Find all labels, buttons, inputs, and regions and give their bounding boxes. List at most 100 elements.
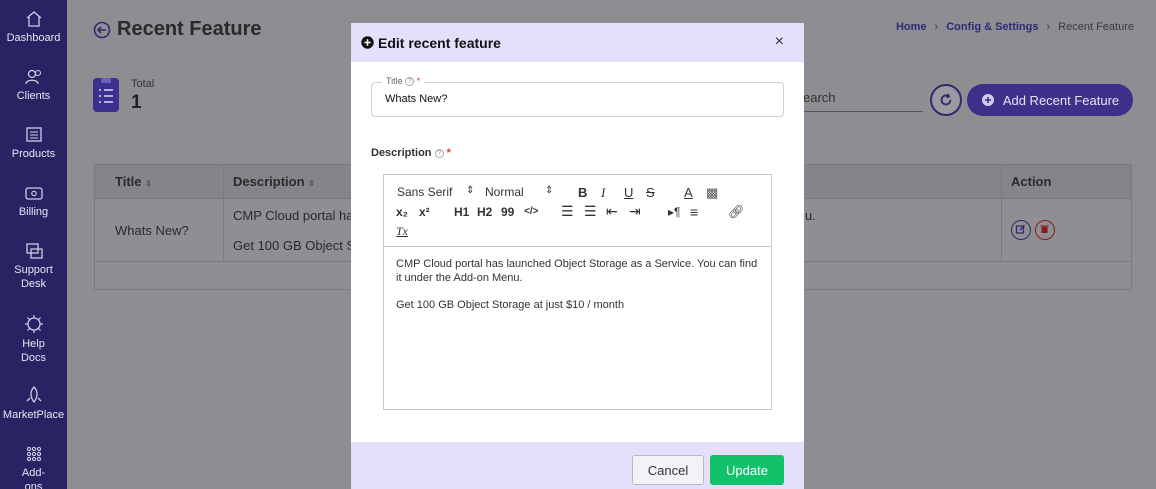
sidebar-item-products[interactable]: Products [0, 126, 67, 161]
text-direction-icon[interactable]: ▸¶ [668, 205, 680, 219]
help-docs-icon [24, 315, 43, 333]
edit-feature-modal: Edit recent feature × Title ? * Descript… [351, 23, 804, 489]
refresh-button[interactable] [930, 84, 962, 116]
sidebar-item-clients[interactable]: Clients [0, 68, 67, 103]
breadcrumb-current: Recent Feature [1058, 21, 1134, 33]
plus-circle-icon [981, 94, 994, 106]
sidebar-item-dashboard[interactable]: Dashboard [0, 10, 67, 45]
bold-button[interactable]: B [578, 185, 587, 200]
th-title[interactable]: Title ⇕ [115, 174, 152, 189]
description-label: Description ? * [371, 147, 451, 159]
addons-icon [26, 446, 41, 462]
link-icon[interactable]: 🔗︎ [728, 204, 745, 220]
title-input[interactable] [385, 93, 765, 105]
list-icon [93, 78, 119, 112]
sidebar-item-label: Support Desk [14, 264, 53, 290]
subscript-button[interactable]: x₂ [396, 205, 408, 219]
modal-footer: Cancel Update [351, 442, 804, 489]
billing-icon [24, 187, 43, 200]
sidebar: Dashboard Clients Products Billing Suppo… [0, 0, 67, 489]
indent-icon[interactable]: ⇥ [629, 203, 641, 220]
back-arrow-icon[interactable] [93, 21, 111, 39]
sidebar-item-support-desk[interactable]: Support Desk [0, 242, 67, 291]
heading2-button[interactable]: H2 [477, 205, 492, 219]
title-field[interactable]: Title ? * [371, 76, 784, 117]
heading1-button[interactable]: H1 [454, 205, 469, 219]
help-icon: ? [434, 149, 444, 158]
italic-button[interactable]: I [601, 185, 605, 201]
sidebar-item-label: Billing [18, 206, 49, 218]
trash-icon [1040, 225, 1049, 233]
sidebar-item-billing[interactable]: Billing [0, 184, 67, 219]
editor-paragraph: CMP Cloud portal has launched Object Sto… [396, 258, 758, 284]
support-icon [25, 243, 43, 259]
editor-content[interactable]: CMP Cloud portal has launched Object Sto… [396, 257, 761, 312]
bullet-list-icon[interactable]: ☰ [584, 203, 597, 220]
refresh-icon [940, 93, 952, 106]
add-button-label: Add Recent Feature [1002, 92, 1120, 108]
cancel-button[interactable]: Cancel [632, 455, 704, 485]
blockquote-button[interactable]: 99 [501, 205, 514, 219]
home-icon [26, 11, 41, 27]
editor-toolbar: Sans Serif ⇕ Normal ⇕ B I U S A ▩ x₂ x² … [384, 175, 771, 247]
font-family-select[interactable]: Sans Serif [397, 185, 452, 199]
sidebar-item-label: Add-ons [21, 467, 46, 489]
sidebar-item-marketplace[interactable]: MarketPlace [0, 385, 67, 422]
row-desc-line1: CMP Cloud portal has [233, 208, 360, 223]
editor-paragraph: Get 100 GB Object Storage at just $10 / … [396, 299, 625, 311]
row-desc-line2: Get 100 GB Object St [233, 238, 359, 253]
breadcrumb-config[interactable]: Config & Settings [946, 21, 1038, 33]
page-title-text: Recent Feature [117, 18, 262, 40]
total-stat: Total 1 [93, 78, 154, 114]
rich-text-editor[interactable]: Sans Serif ⇕ Normal ⇕ B I U S A ▩ x₂ x² … [383, 174, 772, 410]
superscript-button[interactable]: x² [419, 205, 430, 219]
strike-button[interactable]: S [646, 185, 655, 200]
sidebar-item-label: Help Docs [20, 338, 47, 364]
ordered-list-icon[interactable]: ☰ [561, 203, 574, 220]
title-field-label: Title ? * [382, 76, 425, 86]
modal-title: Edit recent feature [378, 34, 501, 51]
chevron-updown-icon: ⇕ [466, 185, 475, 196]
align-icon[interactable]: ≡ [690, 204, 698, 220]
code-button[interactable]: </> [524, 206, 538, 217]
modal-header: Edit recent feature × [351, 23, 804, 62]
stat-label: Total [131, 78, 155, 90]
page-title: Recent Feature [93, 18, 262, 41]
text-color-button[interactable]: A [684, 185, 693, 200]
chevron-updown-icon: ⇕ [545, 185, 554, 196]
sidebar-item-addons[interactable]: Add-ons [0, 445, 67, 489]
breadcrumb-separator: › [1046, 21, 1051, 33]
underline-button[interactable]: U [624, 185, 633, 200]
clear-format-button[interactable]: Tx [396, 224, 408, 239]
edit-icon [1015, 225, 1025, 234]
add-recent-feature-button[interactable]: Add Recent Feature [967, 84, 1133, 116]
row-title: Whats New? [115, 223, 189, 238]
search-input[interactable]: earch [803, 84, 923, 112]
users-icon [24, 69, 41, 85]
column-divider [223, 165, 224, 261]
th-action: Action [1011, 174, 1052, 189]
highlight-icon[interactable]: ▩ [706, 185, 718, 201]
column-divider [1001, 165, 1002, 261]
sidebar-item-label: Products [11, 148, 56, 160]
stat-value: 1 [131, 92, 142, 113]
breadcrumb: Home › Config & Settings › Recent Featur… [896, 21, 1134, 33]
sidebar-item-label: Dashboard [6, 32, 61, 44]
update-button[interactable]: Update [710, 455, 784, 485]
close-icon[interactable]: × [775, 33, 784, 51]
sidebar-item-label: MarketPlace [2, 409, 65, 421]
th-description[interactable]: Description ⇕ [233, 174, 315, 189]
help-icon: ? [405, 77, 415, 86]
delete-button[interactable] [1035, 220, 1055, 240]
breadcrumb-separator: › [934, 21, 939, 33]
sidebar-item-label: Clients [16, 90, 51, 102]
products-icon [25, 127, 42, 142]
sidebar-item-help-docs[interactable]: Help Docs [0, 314, 67, 365]
edit-button[interactable] [1011, 220, 1031, 240]
marketplace-icon [26, 386, 41, 404]
outdent-icon[interactable]: ⇤ [606, 203, 618, 220]
plus-circle-icon [361, 36, 374, 49]
row-desc-tail: u. [805, 208, 816, 223]
breadcrumb-home[interactable]: Home [896, 21, 927, 33]
font-size-select[interactable]: Normal [485, 185, 524, 199]
